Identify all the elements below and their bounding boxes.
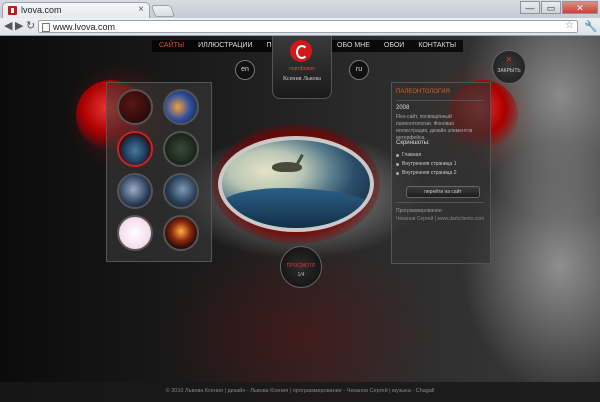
thumbnail-2[interactable]: [163, 89, 199, 125]
screenshots-list: Главная Внутренняя страница 1 Внутренняя…: [396, 151, 486, 178]
address-bar[interactable]: www.lvova.com ☆: [38, 20, 578, 33]
window-controls: — ▭ ✕: [519, 1, 598, 14]
project-title: ПАЛЕОНТОЛОГИЯ: [396, 89, 450, 95]
close-button[interactable]: ✕ ЗАКРЫТЬ: [492, 50, 526, 84]
browser-toolbar: ◀ ▶ ↻ www.lvova.com ☆ 🔧: [0, 18, 600, 36]
new-tab-button[interactable]: [150, 5, 176, 17]
view-label: ПРОСМОТР: [286, 263, 316, 269]
lang-en-button[interactable]: en: [235, 60, 255, 80]
screenshot-link[interactable]: Внутренняя страница 2: [396, 169, 486, 178]
thumbnail-6[interactable]: [163, 173, 199, 209]
back-icon[interactable]: ◀: [4, 21, 12, 32]
tab-close-icon[interactable]: ×: [138, 4, 144, 15]
nav-contacts[interactable]: КОНТАКТЫ: [411, 40, 463, 52]
project-info-panel: ПАЛЕОНТОЛОГИЯ 2008 Flex-сайт, посвящённы…: [391, 82, 491, 264]
window-close-button[interactable]: ✕: [562, 1, 598, 14]
view-counter: 1/4: [297, 272, 305, 278]
nav-illustrations[interactable]: ИЛЛЮСТРАЦИИ: [191, 40, 259, 52]
programmer-credit[interactable]: Чеканов Сергей | www.darkclients.com: [396, 216, 484, 222]
screenshot-link[interactable]: Внутренняя страница 1: [396, 160, 486, 169]
project-description: Flex-сайт, посвящённый палеонтологии. Фо…: [396, 114, 473, 141]
preview-image[interactable]: [218, 136, 374, 232]
reload-icon[interactable]: ↻: [26, 21, 35, 32]
thumbnail-5[interactable]: [117, 173, 153, 209]
portfolio-thumbnails-panel: [106, 82, 212, 262]
maximize-button[interactable]: ▭: [541, 1, 561, 14]
page-icon: [42, 23, 50, 32]
screenshot-link[interactable]: Главная: [396, 151, 486, 160]
thumbnail-4[interactable]: [163, 131, 199, 167]
view-button[interactable]: ПРОСМОТР 1/4: [280, 246, 322, 288]
thumbnail-7[interactable]: [117, 215, 153, 251]
browser-titlebar: lvova.com × — ▭ ✕: [0, 0, 600, 18]
divider: [396, 100, 484, 101]
programming-label: Программирование:: [396, 208, 443, 214]
logo-name: Ксения Львова: [283, 76, 321, 82]
nav-about[interactable]: ОБО МНЕ: [330, 40, 377, 52]
site-favicon-icon: [8, 6, 17, 15]
main-nav-right: ОБО МНЕ ОБОИ КОНТАКТЫ: [330, 40, 464, 52]
site-footer: © 2010 Львова Ксения | дизайн - Львова К…: [0, 382, 600, 402]
lang-ru-button[interactable]: ru: [349, 60, 369, 80]
divider: [396, 202, 484, 203]
nav-sites[interactable]: САЙТЫ: [152, 40, 191, 52]
close-label: ЗАКРЫТЬ: [497, 68, 521, 74]
browser-tab[interactable]: lvova.com ×: [2, 2, 150, 18]
screenshots-label: Скриншоты:: [396, 140, 430, 146]
bookmark-star-icon[interactable]: ☆: [565, 20, 574, 31]
project-year: 2008: [396, 105, 410, 111]
footer-credits: © 2010 Львова Ксения | дизайн - Львова К…: [165, 388, 435, 394]
tab-title: lvova.com: [21, 5, 62, 15]
logo-subtitle: портфолио: [289, 66, 315, 72]
thumbnail-8[interactable]: [163, 215, 199, 251]
dinosaur-illustration: [272, 162, 302, 172]
thumbnail-3-active[interactable]: [117, 131, 153, 167]
thumbnail-1[interactable]: [117, 89, 153, 125]
minimize-button[interactable]: —: [520, 1, 540, 14]
logo-mark-icon: [290, 40, 312, 62]
goto-site-button[interactable]: перейти на сайт: [406, 186, 480, 198]
site-page: САЙТЫ ИЛЛЮСТРАЦИИ ПОЛИГРАФИЯ ОБО МНЕ ОБО…: [0, 36, 600, 402]
url-text[interactable]: www.lvova.com: [53, 21, 115, 33]
site-logo[interactable]: портфолио Ксения Львова: [272, 36, 332, 99]
wave-illustration: [222, 188, 370, 228]
forward-icon[interactable]: ▶: [15, 21, 23, 32]
close-icon: ✕: [505, 55, 513, 64]
wrench-icon[interactable]: 🔧: [584, 20, 598, 33]
nav-wallpapers[interactable]: ОБОИ: [377, 40, 411, 52]
